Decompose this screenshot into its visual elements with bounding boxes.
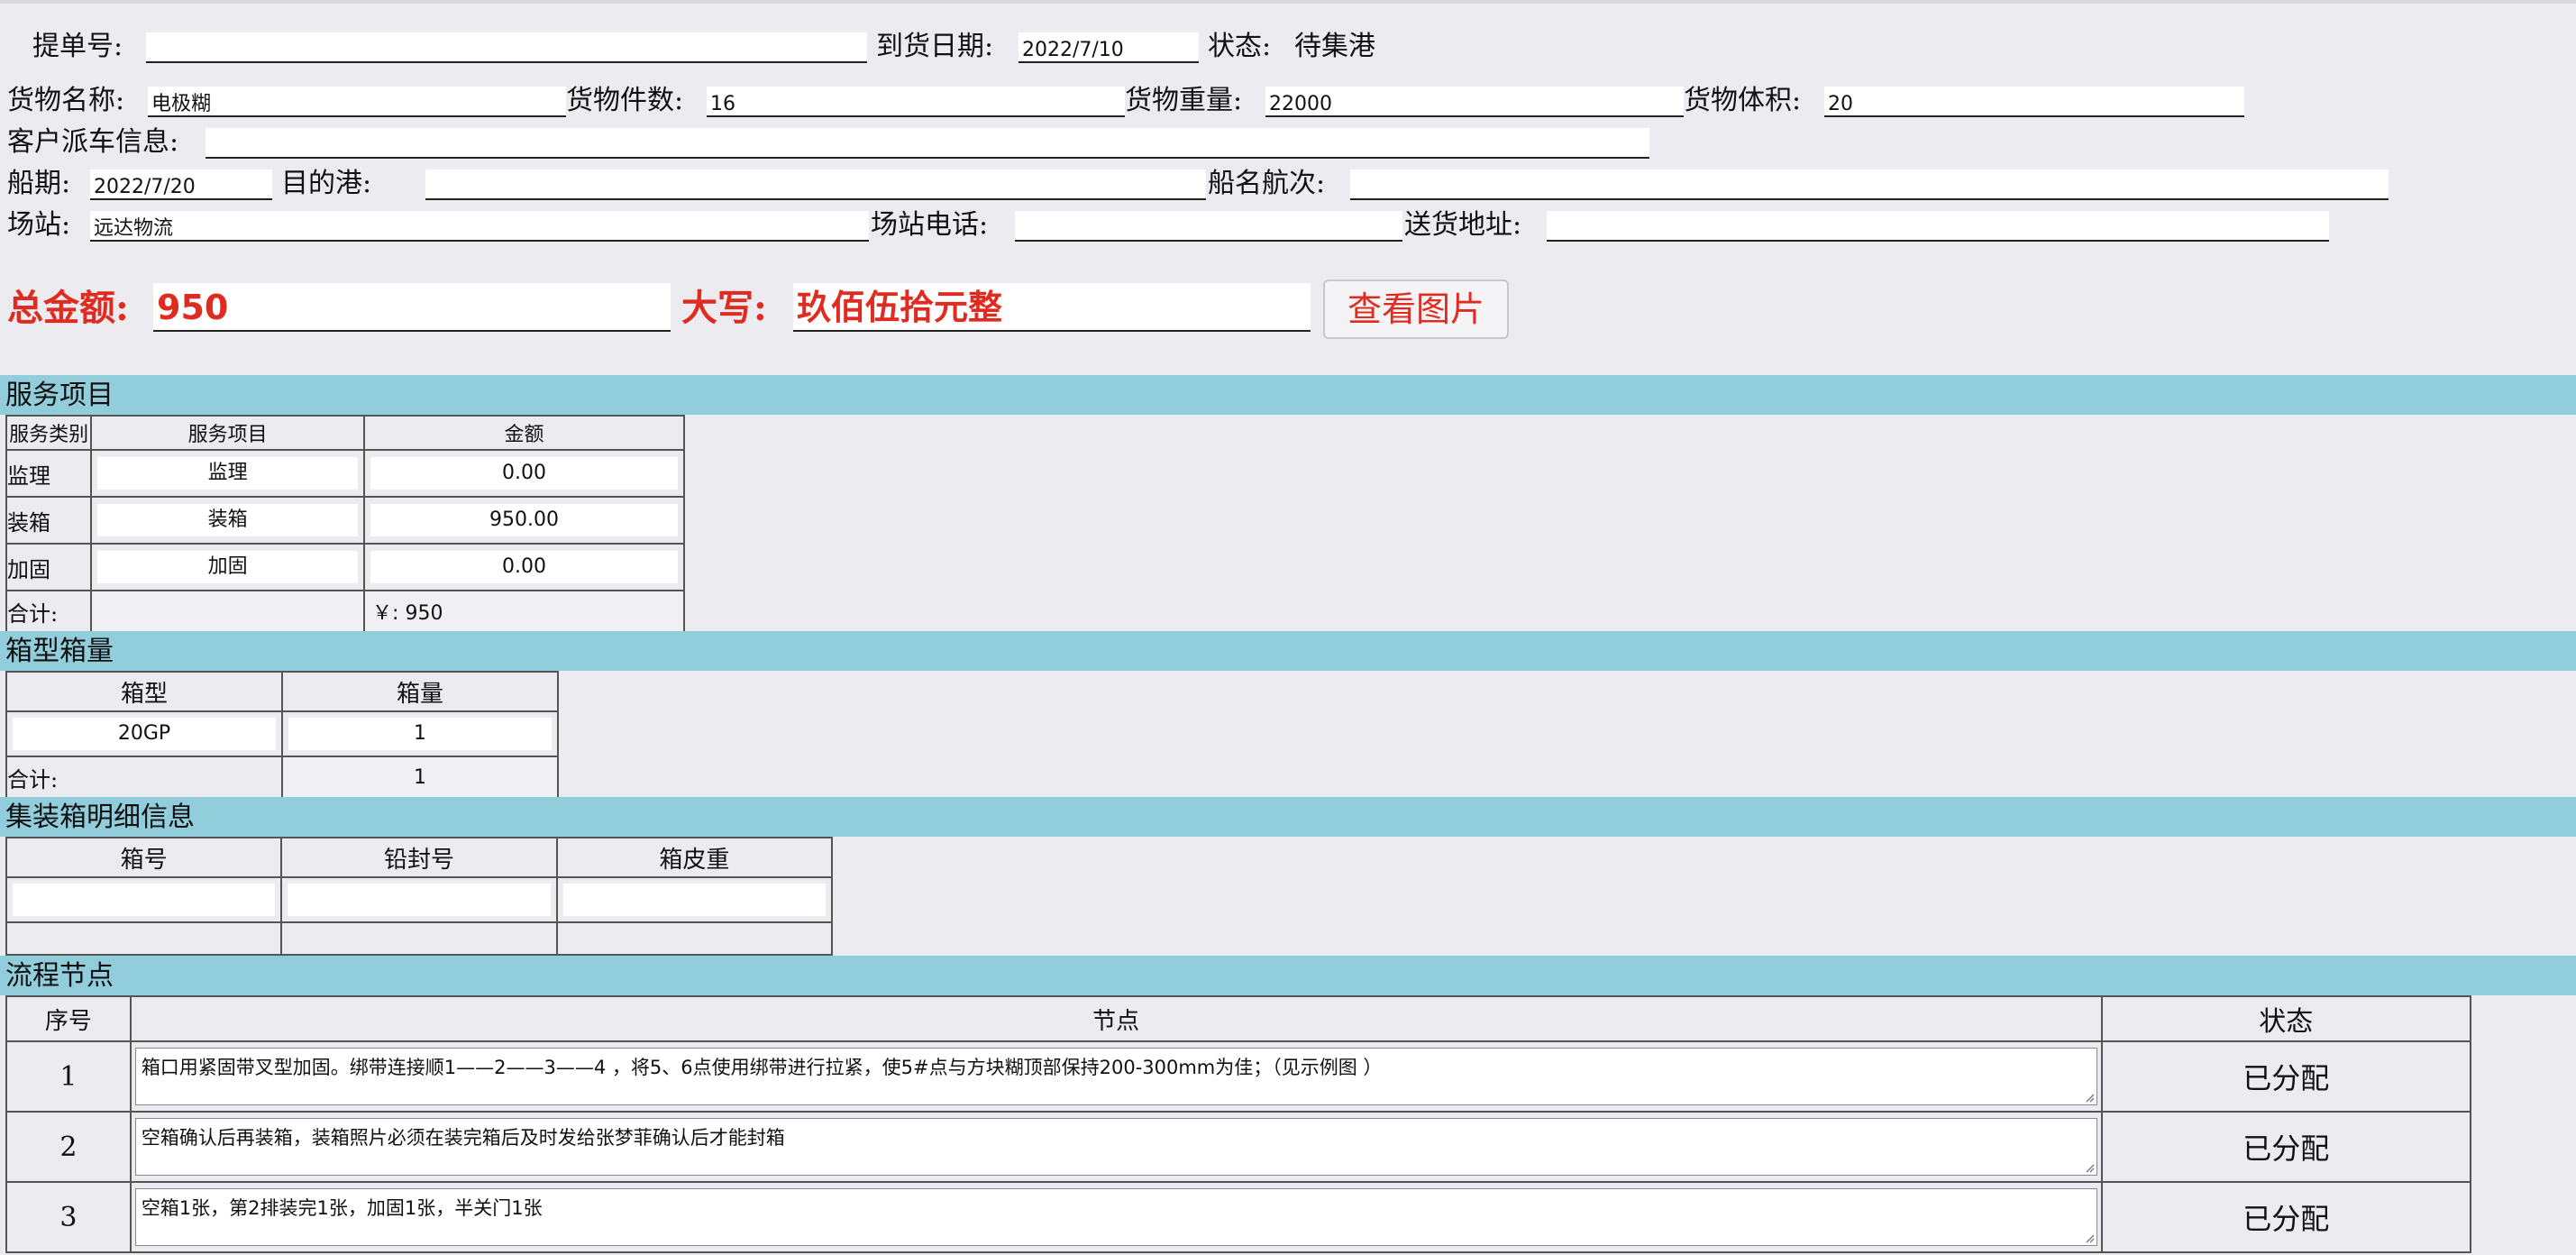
ship-date-label: 船期: [7, 168, 71, 199]
cargo-name-label: 货物名称: [7, 85, 125, 116]
top-border [0, 0, 2576, 4]
service-category: 监理 [5, 449, 93, 498]
service-amount-field[interactable]: 0.00 [370, 551, 678, 583]
flow-header-node: 节点 [129, 995, 2103, 1042]
table-row: 监理 监理 0.00 [5, 449, 685, 498]
seal-no-field[interactable] [288, 884, 551, 916]
address-field[interactable] [1547, 211, 2329, 242]
resize-handle-icon[interactable] [2084, 1092, 2095, 1103]
services-sum-value: ￥: 950 [363, 590, 685, 633]
flow-node-text: 空箱确认后再装箱，装箱照片必须在装完箱后及时发给张梦菲确认后才能封箱 [141, 1127, 785, 1149]
container-type-field[interactable]: 20GP [13, 718, 276, 750]
dispatch-label: 客户派车信息: [7, 126, 179, 158]
table-row: 3 空箱1张，第2排装完1张，加固1张，半关门1张 已分配 [5, 1181, 2472, 1253]
flow-header-seq: 序号 [5, 995, 132, 1042]
status-value: 待集港 [1294, 31, 1375, 62]
empty-cell [5, 921, 283, 956]
containers-table: 箱型 箱量 20GP 1 合计: 1 [5, 671, 559, 799]
table-row [5, 921, 834, 956]
amount-caps-field[interactable]: 玖佰伍拾元整 [793, 283, 1311, 332]
total-amount-label: 总金额: [7, 287, 129, 329]
bill-no-label: 提单号: [32, 31, 123, 62]
flow-node-text: 空箱1张，第2排装完1张，加固1张，半关门1张 [141, 1197, 543, 1219]
status-label: 状态: [1208, 31, 1272, 62]
flow-seq: 3 [5, 1181, 132, 1253]
flow-table: 序号 节点 状态 1 箱口用紧固带叉型加固。绑带连接顺1——2——3——4 ，将… [5, 995, 2472, 1253]
dest-port-label: 目的港: [281, 168, 372, 199]
service-amount-field[interactable]: 0.00 [370, 457, 678, 490]
arrival-date-label: 到货日期: [876, 31, 994, 62]
services-header-item: 服务项目 [90, 415, 366, 451]
cargo-volume-label: 货物体积: [1684, 85, 1802, 116]
view-image-button[interactable]: 查看图片 [1323, 279, 1509, 339]
station-field[interactable]: 远达物流 [90, 211, 869, 242]
table-row: 20GP 1 [5, 710, 559, 757]
station-phone-label: 场站电话: [871, 209, 989, 241]
service-amount-field[interactable]: 950.00 [370, 504, 678, 536]
cargo-weight-field[interactable]: 22000 [1265, 87, 1684, 117]
resize-handle-icon[interactable] [2084, 1232, 2095, 1243]
flow-seq: 1 [5, 1040, 132, 1113]
table-row [5, 876, 834, 923]
cargo-name-field[interactable]: 电极糊 [148, 87, 566, 117]
bill-no-field[interactable] [146, 32, 867, 63]
container-detail-section-title: 集装箱明细信息 [0, 797, 2576, 837]
services-header-amount: 金额 [363, 415, 685, 451]
empty-cell [555, 921, 834, 956]
seal-no-header: 铅封号 [280, 837, 558, 878]
table-row: 2 空箱确认后再装箱，装箱照片必须在装完箱后及时发给张梦菲确认后才能封箱 已分配 [5, 1111, 2472, 1183]
cargo-volume-field[interactable]: 20 [1824, 87, 2244, 117]
flow-header-status: 状态 [2100, 995, 2472, 1042]
services-table: 服务类别 服务项目 金额 监理 监理 0.00 装箱 装箱 950.00 加固 … [5, 415, 685, 633]
tare-weight-field[interactable] [562, 884, 826, 916]
service-item-field[interactable]: 加固 [97, 551, 359, 583]
table-row: 加固 加固 0.00 [5, 543, 685, 591]
services-header-category: 服务类别 [5, 415, 93, 451]
amount-caps-label: 大写: [681, 287, 767, 329]
station-phone-field[interactable] [1015, 211, 1402, 242]
address-label: 送货地址: [1404, 209, 1522, 241]
flow-status: 已分配 [2100, 1040, 2472, 1113]
services-section-title: 服务项目 [0, 375, 2576, 415]
flow-node-textarea[interactable]: 空箱1张，第2排装完1张，加固1张，半关门1张 [134, 1188, 2097, 1246]
containers-section-title: 箱型箱量 [0, 631, 2576, 671]
flow-seq: 2 [5, 1111, 132, 1183]
containers-sum-label: 合计: [5, 756, 283, 799]
container-detail-table: 箱号 铅封号 箱皮重 [5, 837, 834, 956]
table-row: 1 箱口用紧固带叉型加固。绑带连接顺1——2——3——4 ，将5、6点使用绑带进… [5, 1040, 2472, 1113]
cargo-count-field[interactable]: 16 [707, 87, 1125, 117]
empty-cell [280, 921, 558, 956]
total-amount-field[interactable]: 950 [153, 283, 671, 332]
resize-handle-icon[interactable] [2084, 1162, 2095, 1173]
container-qty-field[interactable]: 1 [288, 718, 552, 750]
services-sum-label: 合计: [5, 590, 93, 633]
ship-date-field[interactable]: 2022/7/20 [90, 169, 272, 200]
flow-status: 已分配 [2100, 1181, 2472, 1253]
services-sum-empty [90, 590, 366, 633]
tare-weight-header: 箱皮重 [555, 837, 834, 878]
cargo-weight-label: 货物重量: [1125, 85, 1243, 116]
containers-sum-value: 1 [281, 756, 559, 799]
containers-header-qty: 箱量 [281, 671, 559, 712]
dispatch-field[interactable] [206, 128, 1649, 159]
service-category: 装箱 [5, 496, 93, 545]
flow-node-text: 箱口用紧固带叉型加固。绑带连接顺1——2——3——4 ，将5、6点使用绑带进行拉… [141, 1057, 1383, 1078]
service-item-field[interactable]: 装箱 [97, 504, 359, 536]
flow-section-title: 流程节点 [0, 956, 2576, 995]
flow-node-textarea[interactable]: 空箱确认后再装箱，装箱照片必须在装完箱后及时发给张梦菲确认后才能封箱 [134, 1118, 2097, 1176]
dest-port-field[interactable] [425, 169, 1206, 200]
cargo-count-label: 货物件数: [566, 85, 684, 116]
voyage-field[interactable] [1350, 169, 2389, 200]
service-item-field[interactable]: 监理 [97, 457, 359, 490]
flow-status: 已分配 [2100, 1111, 2472, 1183]
arrival-date-field[interactable]: 2022/7/10 [1019, 32, 1199, 63]
container-no-field[interactable] [13, 884, 276, 916]
table-row: 装箱 装箱 950.00 [5, 496, 685, 545]
flow-node-textarea[interactable]: 箱口用紧固带叉型加固。绑带连接顺1——2——3——4 ，将5、6点使用绑带进行拉… [134, 1048, 2097, 1105]
containers-header-type: 箱型 [5, 671, 283, 712]
container-no-header: 箱号 [5, 837, 283, 878]
service-category: 加固 [5, 543, 93, 591]
voyage-label: 船名航次: [1208, 168, 1326, 199]
station-label: 场站: [7, 209, 71, 241]
